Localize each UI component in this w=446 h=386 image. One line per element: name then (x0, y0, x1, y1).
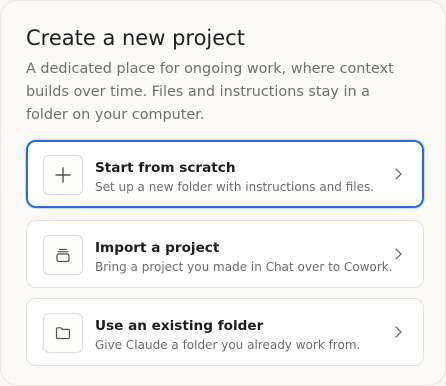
chevron-right-icon (395, 326, 402, 338)
start-from-scratch-icon-box (43, 155, 83, 195)
chevron-right-icon (395, 248, 402, 260)
existing-folder-icon-box (43, 313, 83, 353)
dialog-description: A dedicated place for ongoing work, wher… (26, 61, 394, 123)
import-project-icon-box (43, 235, 83, 275)
existing-folder-option[interactable]: Use an existing folder Give Claude a fol… (26, 298, 424, 366)
create-project-dialog: Create a new project A dedicated place f… (0, 0, 446, 386)
chevron-right-icon (395, 168, 402, 180)
start-from-scratch-title: Start from scratch (95, 160, 236, 176)
existing-folder-subtitle: Give Claude a folder you already work fr… (95, 338, 361, 352)
import-project-option[interactable]: Import a project Bring a project you mad… (26, 220, 424, 288)
dialog-title: Create a new project (26, 26, 245, 50)
start-from-scratch-option[interactable]: Start from scratch Set up a new folder w… (26, 140, 424, 208)
archive-box-icon (56, 248, 70, 263)
plus-icon (55, 167, 71, 183)
folder-icon (55, 327, 71, 340)
existing-folder-title: Use an existing folder (95, 318, 264, 334)
import-project-title: Import a project (95, 240, 220, 256)
import-project-subtitle: Bring a project you made in Chat over to… (95, 260, 393, 274)
start-from-scratch-subtitle: Set up a new folder with instructions an… (95, 180, 375, 194)
